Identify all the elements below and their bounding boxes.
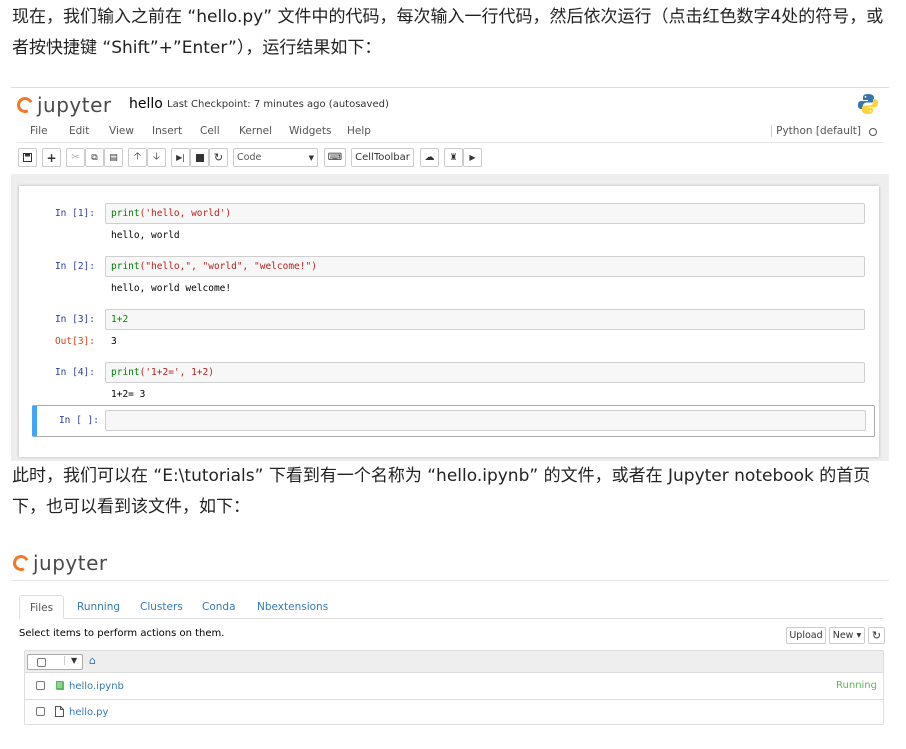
jupyter-orbit-icon [10,552,32,574]
cell-output: hello, world [111,230,180,241]
file-name[interactable]: hello.py [69,707,108,718]
code-keyword: print [111,261,140,272]
middle-paragraph: 此时，我们可以在 “E:\tutorials” 下看到有一个名称为 “hello… [12,466,871,517]
upload-button[interactable]: Upload [786,627,826,644]
tree-screenshot: jupyter Files Running Clusters Conda Nbe… [10,547,889,725]
cell-output: hello, world welcome! [111,283,232,294]
tab-running[interactable]: Running [67,595,130,619]
code-input-empty[interactable] [105,410,866,431]
jupyter-logo[interactable]: jupyter [14,93,112,117]
tab-nbextensions[interactable]: Nbextensions [247,595,338,619]
jupyter-logo[interactable]: jupyter [10,551,108,575]
code-args: ('hello, world') [139,208,232,219]
home-icon[interactable]: ⌂ [89,654,96,667]
kernel-idle-icon [869,128,877,136]
extension-icon[interactable]: ♜ [444,148,463,167]
celltoolbar-button[interactable]: CellToolbar [351,148,414,167]
move-down-icon[interactable]: 🡣 [147,148,166,167]
code-args: ("hello,", "world", "welcome!") [139,261,317,272]
running-status: Running [836,680,877,691]
output-prompt: Out[3]: [54,336,95,347]
jupyter-orbit-icon [14,94,36,116]
notebook-container: In [1]: print('hello, world') hello, wor… [19,186,879,457]
select-all-dropdown[interactable]: ▼ [27,654,83,670]
tab-files[interactable]: Files [19,595,65,619]
checkpoint-status: Last Checkpoint: 7 minutes ago (autosave… [167,99,389,110]
file-row[interactable]: hello.py [25,699,883,724]
file-name[interactable]: hello.ipynb [69,681,124,692]
cloud-upload-icon[interactable]: ☁ [420,148,439,167]
cell-type-value: Code [237,152,262,163]
menu-insert[interactable]: Insert [152,125,182,137]
code-keyword: print [111,208,140,219]
restart-icon[interactable]: ↻ [209,148,228,167]
file-list-header: ▼ ⌂ [25,651,883,673]
input-prompt: In [2]: [54,261,95,272]
save-icon[interactable] [18,148,37,167]
notebook-screenshot: jupyter hello Last Checkpoint: 7 minutes… [11,87,889,461]
tab-clusters[interactable]: Clusters [130,595,193,619]
divider [11,580,889,581]
tab-conda[interactable]: Conda [192,595,246,619]
logo-text: jupyter [37,93,112,117]
stop-icon[interactable] [190,148,209,167]
paste-icon[interactable]: ▤ [104,148,123,167]
input-prompt: In [1]: [54,208,95,219]
cell-output: 1+2= 3 [111,389,146,400]
menu-kernel[interactable]: Kernel [239,125,272,137]
run-icon[interactable]: ▶| [171,148,190,167]
logo-text: jupyter [33,551,108,575]
move-up-icon[interactable]: 🡡 [128,148,147,167]
menu-cell[interactable]: Cell [200,125,220,137]
code-input[interactable]: print("hello,", "world", "welcome!") [105,256,865,277]
video-icon[interactable]: ▶ [463,148,482,167]
selected-code-cell[interactable]: In [ ]: [32,405,875,437]
menu-edit[interactable]: Edit [69,125,89,137]
row-checkbox[interactable] [36,707,45,716]
keyboard-icon[interactable]: ⌨ [324,148,346,167]
file-list: ▼ ⌂ hello.ipynb Running hello.py [24,650,884,725]
copy-icon[interactable]: ⧉ [85,148,104,167]
code-keyword: print [111,367,140,378]
row-checkbox[interactable] [36,681,45,690]
notebook-name[interactable]: hello [129,96,163,112]
intro-paragraph: 现在，我们输入之前在 “hello.py” 文件中的代码，每次输入一行代码，然后… [12,7,884,58]
menu-help[interactable]: Help [347,125,371,137]
notebook-header: jupyter hello Last Checkpoint: 7 minutes… [11,88,889,174]
menu-bar: File Edit View Insert Cell Kernel Widget… [17,121,883,143]
file-icon [55,706,64,717]
kernel-name: Python [default] [771,125,861,137]
input-prompt: In [ ]: [58,415,99,426]
tree-tabs: Files Running Clusters Conda Nbextension… [19,595,883,619]
code-input[interactable]: print('hello, world') [105,203,865,224]
file-row[interactable]: hello.ipynb Running [25,674,883,699]
python-logo-icon [858,94,878,114]
chevron-down-icon: ▼ [308,153,314,162]
cell-output: 3 [111,336,117,347]
menu-view[interactable]: View [109,125,134,137]
code-args: ('1+2=', 1+2) [139,367,214,378]
chevron-down-icon[interactable]: ▼ [64,656,77,665]
input-prompt: In [3]: [54,314,95,325]
refresh-icon[interactable]: ↻ [868,627,885,644]
cell-type-select[interactable]: Code ▼ [233,148,318,167]
input-prompt: In [4]: [54,367,95,378]
selection-hint: Select items to perform actions on them. [19,628,225,639]
new-button[interactable]: New ▾ [829,627,865,644]
menu-file[interactable]: File [30,125,48,137]
code-input[interactable]: print('1+2=', 1+2) [105,362,865,383]
menu-widgets[interactable]: Widgets [289,125,331,137]
code-input[interactable]: 1+2 [105,309,865,330]
select-all-checkbox[interactable] [37,658,46,667]
notebook-book-icon [56,681,64,690]
cut-icon[interactable]: ✂ [66,148,85,167]
add-cell-icon[interactable]: + [42,148,61,167]
